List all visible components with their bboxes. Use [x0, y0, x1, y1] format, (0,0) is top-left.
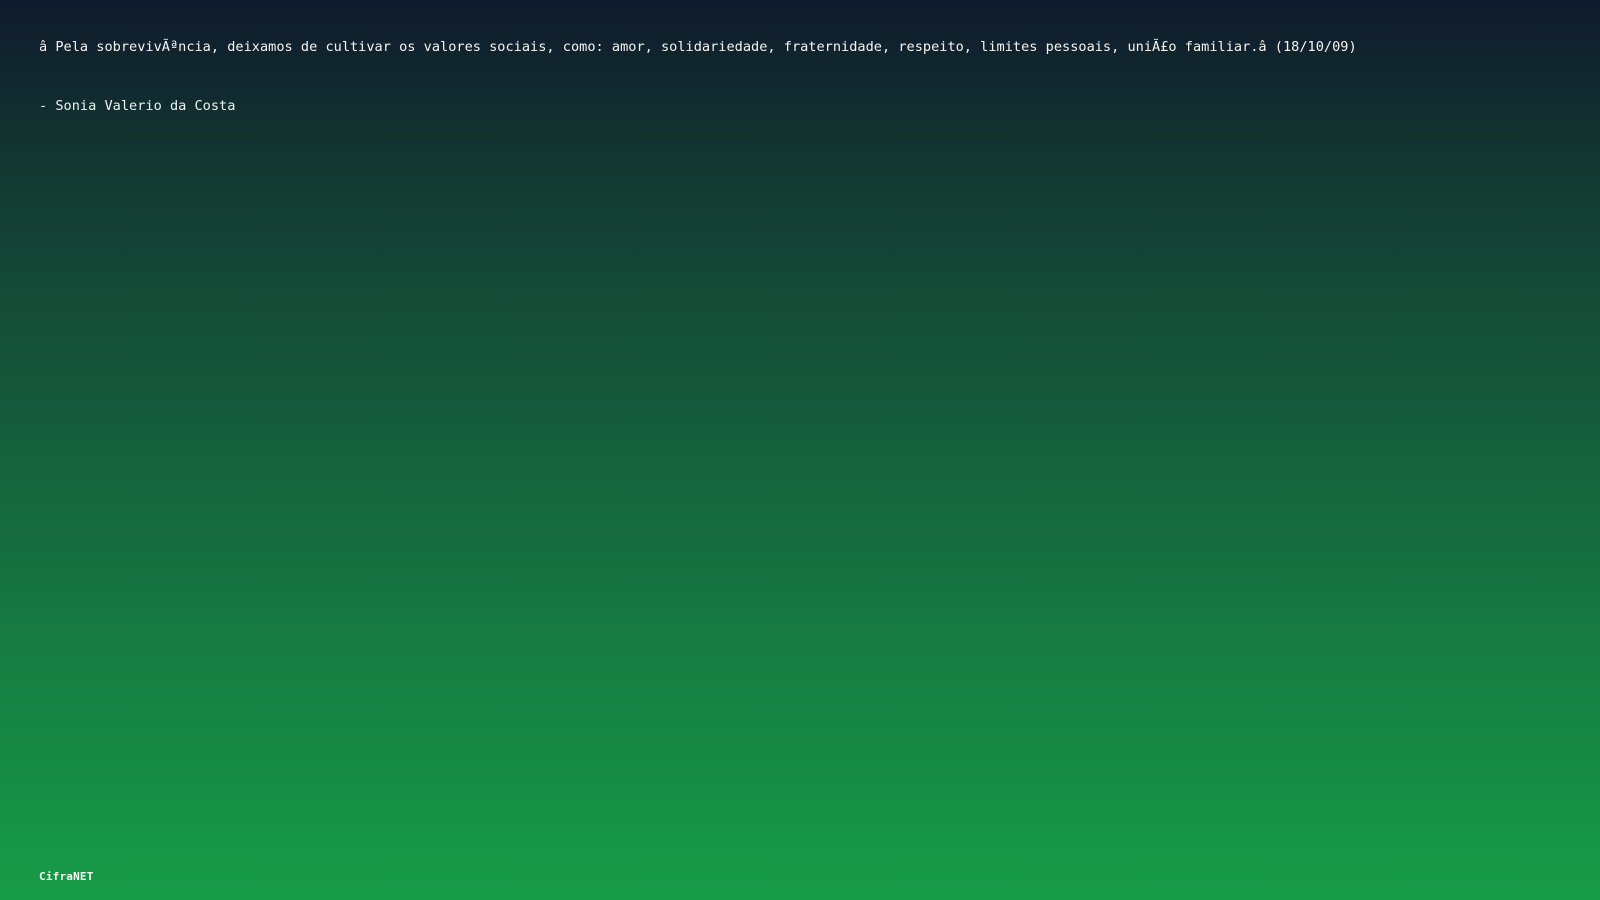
quote-card: â Pela sobrevivÃªncia, deixamos de culti…: [39, 36, 1560, 900]
quote-text: â Pela sobrevivÃªncia, deixamos de culti…: [39, 39, 1357, 55]
brand-logo: CifraNET: [39, 870, 94, 883]
quote-author: - Sonia Valerio da Costa: [39, 98, 236, 114]
